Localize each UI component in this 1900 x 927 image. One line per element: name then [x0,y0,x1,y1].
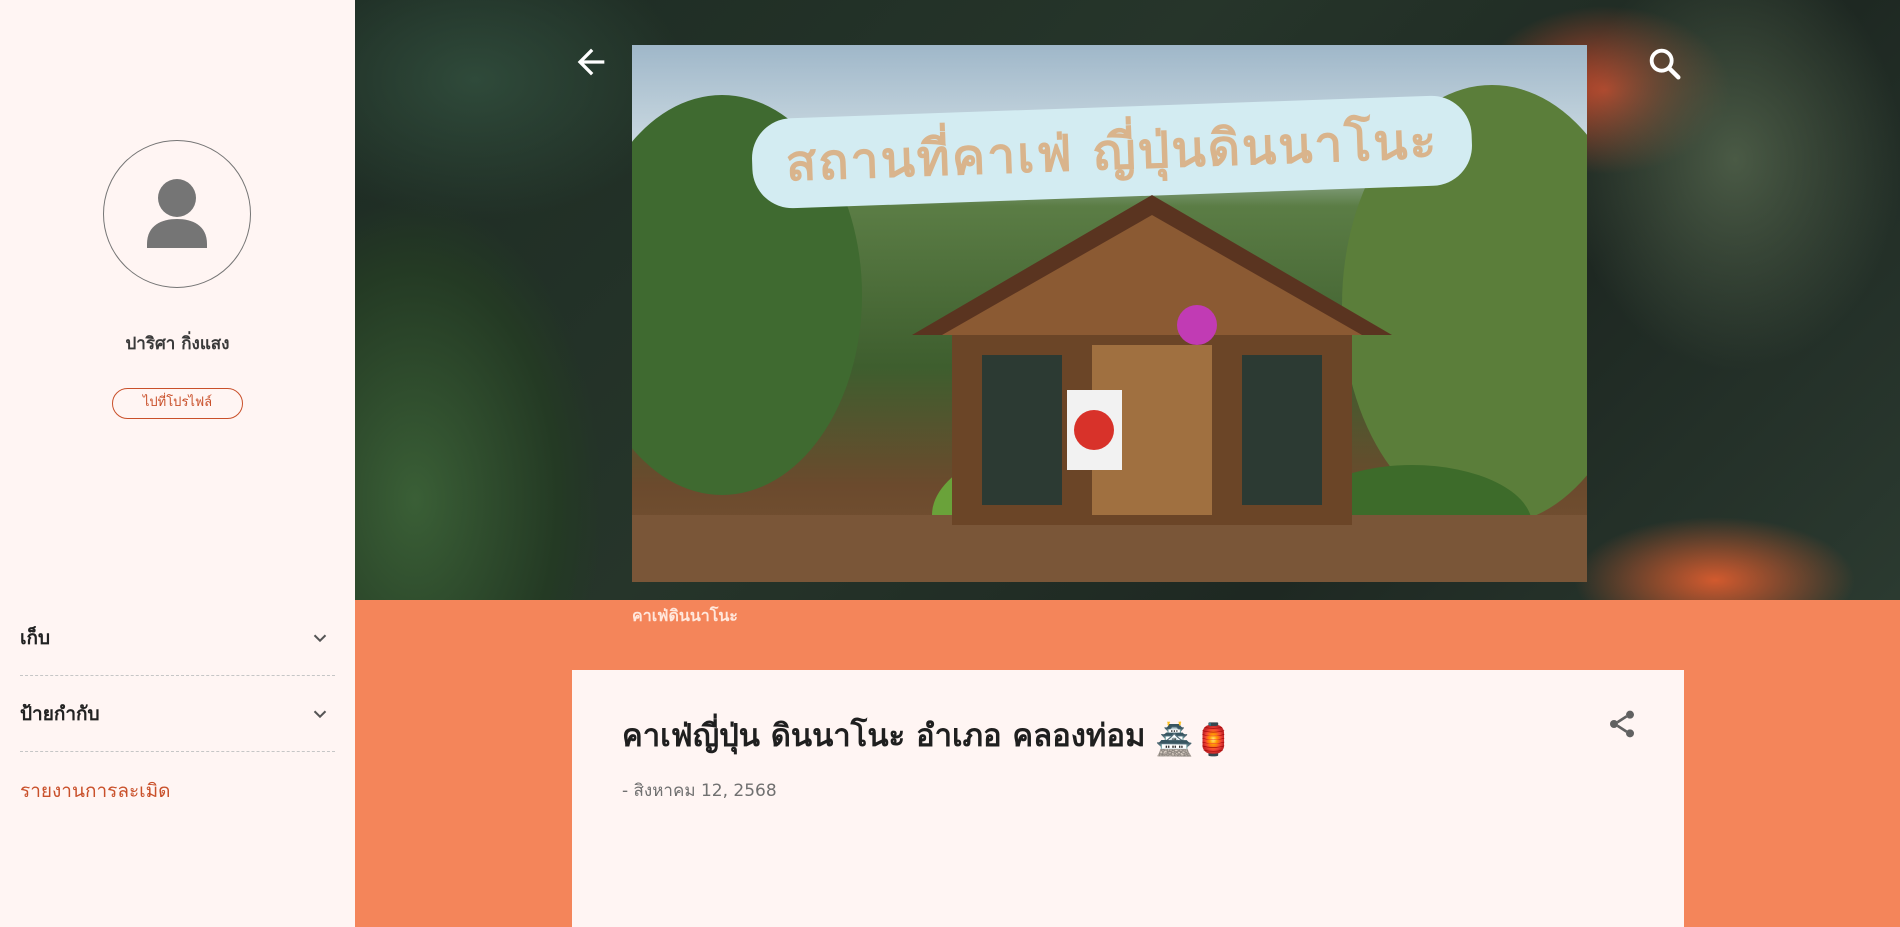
go-to-profile-button[interactable]: ไปที่โปรไฟล์ [112,388,243,419]
cafe-house-illustration [912,195,1392,525]
chevron-down-icon [313,710,327,718]
sidebar-item-label: ป้ายกำกับ [20,702,100,725]
post-title-emojis: 🏯🏮 [1155,722,1233,758]
sidebar: ปาริศา กิ่งแสง ไปที่โปรไฟล์ เก็บ ป้ายกำก… [0,0,355,927]
back-arrow-icon[interactable] [571,42,611,82]
chevron-down-icon [313,634,327,642]
person-icon [147,179,207,248]
post-card: คาเฟ่ญี่ปุ่น ดินนาโนะ อำเภอ คลองท่อม 🏯🏮 -… [572,670,1684,927]
share-icon[interactable] [1606,708,1638,740]
sidebar-item-archive[interactable]: เก็บ [20,600,335,676]
post-title[interactable]: คาเฟ่ญี่ปุ่น ดินนาโนะ อำเภอ คลองท่อม 🏯🏮 [622,710,1233,760]
header-banner: สถานที่คาเฟ่ ญี่ปุ่นดินนาโนะ [355,0,1900,600]
post-title-text: คาเฟ่ญี่ปุ่น ดินนาโนะ อำเภอ คลองท่อม [622,718,1146,754]
search-icon[interactable] [1645,44,1685,84]
profile-name: ปาริศา กิ่งแสง [125,334,230,354]
sidebar-item-label: เก็บ [20,626,51,649]
sidebar-item-labels[interactable]: ป้ายกำกับ [20,676,335,752]
report-abuse-link[interactable]: รายงานการละเมิด [20,776,171,806]
post-date: - สิงหาคม 12, 2568 [622,781,777,801]
blog-title-link[interactable]: คาเฟ่ดินนาโนะ [632,604,738,629]
hero-photo: สถานที่คาเฟ่ ญี่ปุ่นดินนาโนะ [632,45,1587,582]
avatar[interactable] [103,140,251,288]
